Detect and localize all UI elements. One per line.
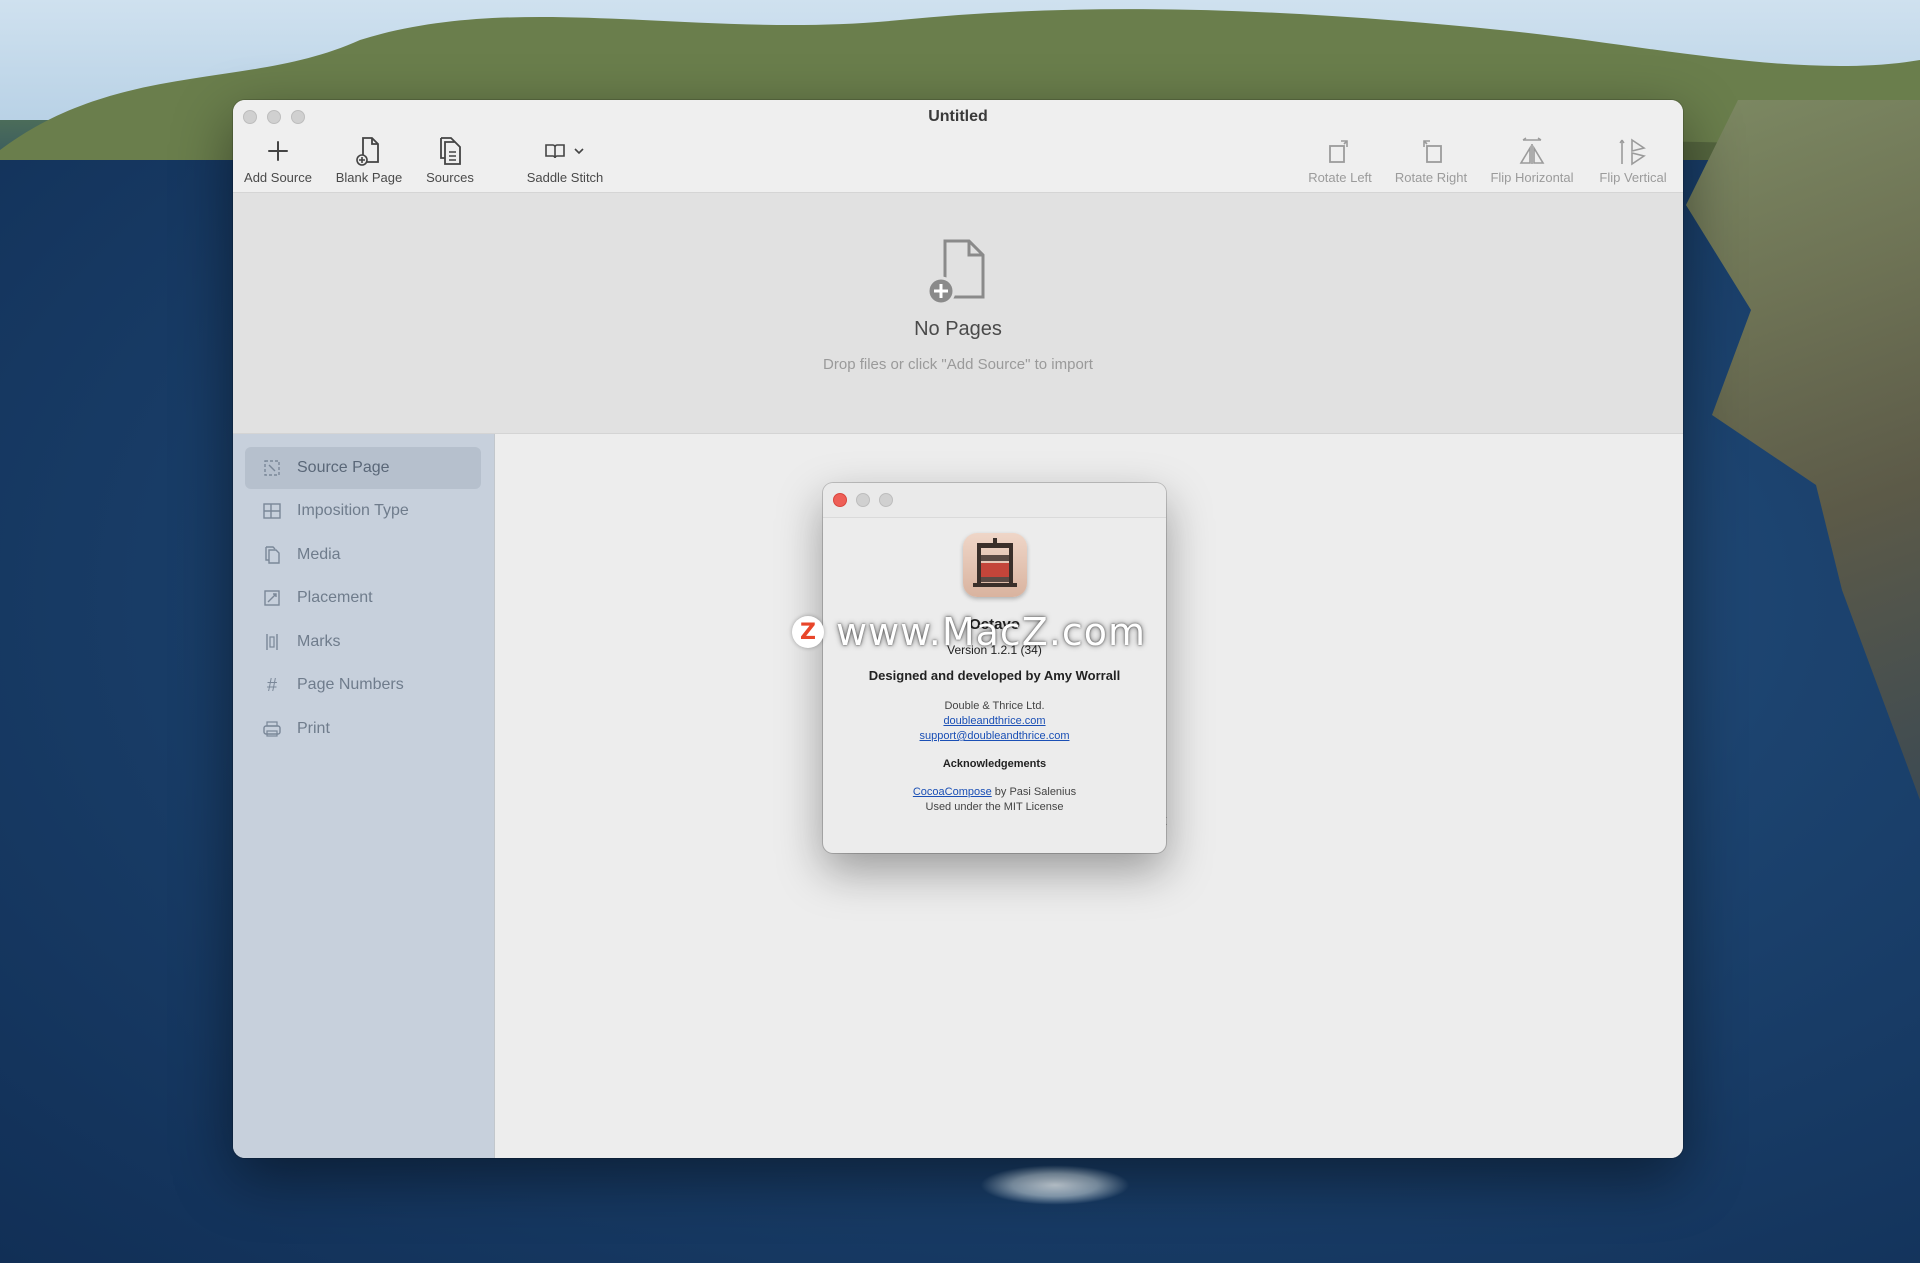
add-source-label: Add Source: [244, 170, 312, 185]
flip-vertical-button[interactable]: Flip Vertical: [1593, 134, 1673, 185]
empty-state-subtitle: Drop files or click "Add Source" to impo…: [823, 356, 1093, 373]
app-icon: [963, 533, 1027, 597]
about-minimize-button[interactable]: [856, 493, 870, 507]
wallpaper-foam: [980, 1165, 1130, 1205]
watermark-text: www.MacZ.com: [836, 610, 1147, 654]
blank-page-label: Blank Page: [335, 170, 403, 185]
blank-page-button[interactable]: Blank Page: [329, 134, 409, 185]
sidebar-item-label: Page Numbers: [297, 676, 404, 693]
flip-horizontal-label: Flip Horizontal: [1490, 170, 1574, 185]
about-email-link[interactable]: support@doubleandthrice.com: [920, 730, 1070, 742]
about-zoom-button[interactable]: [879, 493, 893, 507]
hash-icon: #: [266, 674, 277, 695]
sidebar-item-media[interactable]: Media: [245, 534, 481, 576]
cocoacompose-link[interactable]: CocoaCompose: [913, 786, 992, 798]
rotate-right-icon: [1423, 140, 1442, 163]
placement-icon: [264, 590, 280, 606]
grid-icon: [263, 503, 281, 519]
about-ack-line: CocoaCompose by Pasi Salenius: [823, 786, 1166, 798]
printing-press-icon: [973, 538, 1017, 587]
sidebar-item-label: Placement: [297, 589, 373, 606]
about-titlebar: [823, 483, 1166, 518]
add-source-button[interactable]: Add Source: [241, 134, 315, 185]
source-page-icon: [264, 460, 280, 476]
rotate-right-button[interactable]: Rotate Right: [1391, 134, 1471, 185]
add-document-icon: [926, 239, 985, 306]
sidebar-item-placement[interactable]: Placement: [245, 577, 481, 619]
rotate-left-icon: [1329, 140, 1348, 163]
sidebar-item-label: Print: [297, 720, 330, 737]
watermark: Z www.MacZ.com: [792, 610, 1146, 654]
watermark-badge: Z: [792, 616, 824, 648]
sidebar-item-label: Imposition Type: [297, 502, 409, 519]
about-ack-heading: Acknowledgements: [942, 758, 1047, 770]
about-company: Double & Thrice Ltd.: [944, 700, 1045, 712]
watermark-badge-letter: Z: [800, 619, 816, 645]
sidebar-item-label: Source Page: [297, 459, 390, 476]
empty-state-title: No Pages: [914, 318, 1002, 340]
sources-label: Sources: [426, 170, 474, 185]
blank-page-icon: [356, 137, 379, 166]
chevron-down-icon: [574, 148, 584, 155]
about-website-link[interactable]: doubleandthrice.com: [943, 715, 1045, 727]
marks-icon: [266, 634, 278, 650]
sidebar-item-page-numbers[interactable]: # Page Numbers: [245, 664, 481, 706]
sidebar-item-print[interactable]: Print: [245, 708, 481, 750]
flip-horizontal-button[interactable]: Flip Horizontal: [1485, 134, 1579, 185]
about-close-button[interactable]: [833, 493, 847, 507]
rotate-right-label: Rotate Right: [1394, 170, 1468, 185]
sidebar-item-label: Media: [297, 546, 341, 563]
flip-vertical-label: Flip Vertical: [1599, 170, 1667, 185]
print-icon: [263, 721, 281, 737]
rotate-left-label: Rotate Left: [1308, 170, 1372, 185]
plus-icon: [268, 141, 288, 161]
sources-icon: [440, 137, 461, 165]
window-titlebar: Untitled Add Source Blank Page Sources S…: [233, 100, 1683, 193]
book-icon: [545, 144, 565, 159]
sidebar-item-marks[interactable]: Marks: [245, 621, 481, 663]
about-credit: Designed and developed by Amy Worrall: [868, 668, 1121, 683]
flip-vertical-icon: [1619, 138, 1646, 166]
settings-sidebar: Source Page Imposition Type Media Placem…: [233, 434, 495, 1158]
page-drop-area[interactable]: No Pages Drop files or click "Add Source…: [233, 193, 1683, 434]
about-window-controls: [833, 493, 893, 507]
saddle-stitch-dropdown[interactable]: Saddle Stitch: [518, 134, 612, 185]
saddle-stitch-label: Saddle Stitch: [526, 170, 604, 185]
rotate-left-button[interactable]: Rotate Left: [1303, 134, 1377, 185]
sidebar-item-imposition-type[interactable]: Imposition Type: [245, 490, 481, 532]
about-ack-license: Used under the MIT License: [925, 801, 1064, 813]
media-icon: [265, 546, 280, 564]
window-title: Untitled: [928, 108, 988, 125]
about-ack-by: by Pasi Salenius: [991, 786, 1077, 798]
sources-button[interactable]: Sources: [419, 134, 481, 185]
about-dialog: Octavo Version 1.2.1 (34) Designed and d…: [823, 483, 1166, 853]
sidebar-item-label: Marks: [297, 633, 341, 650]
flip-horizontal-icon: [1519, 137, 1545, 164]
sidebar-item-source-page[interactable]: Source Page: [245, 447, 481, 489]
